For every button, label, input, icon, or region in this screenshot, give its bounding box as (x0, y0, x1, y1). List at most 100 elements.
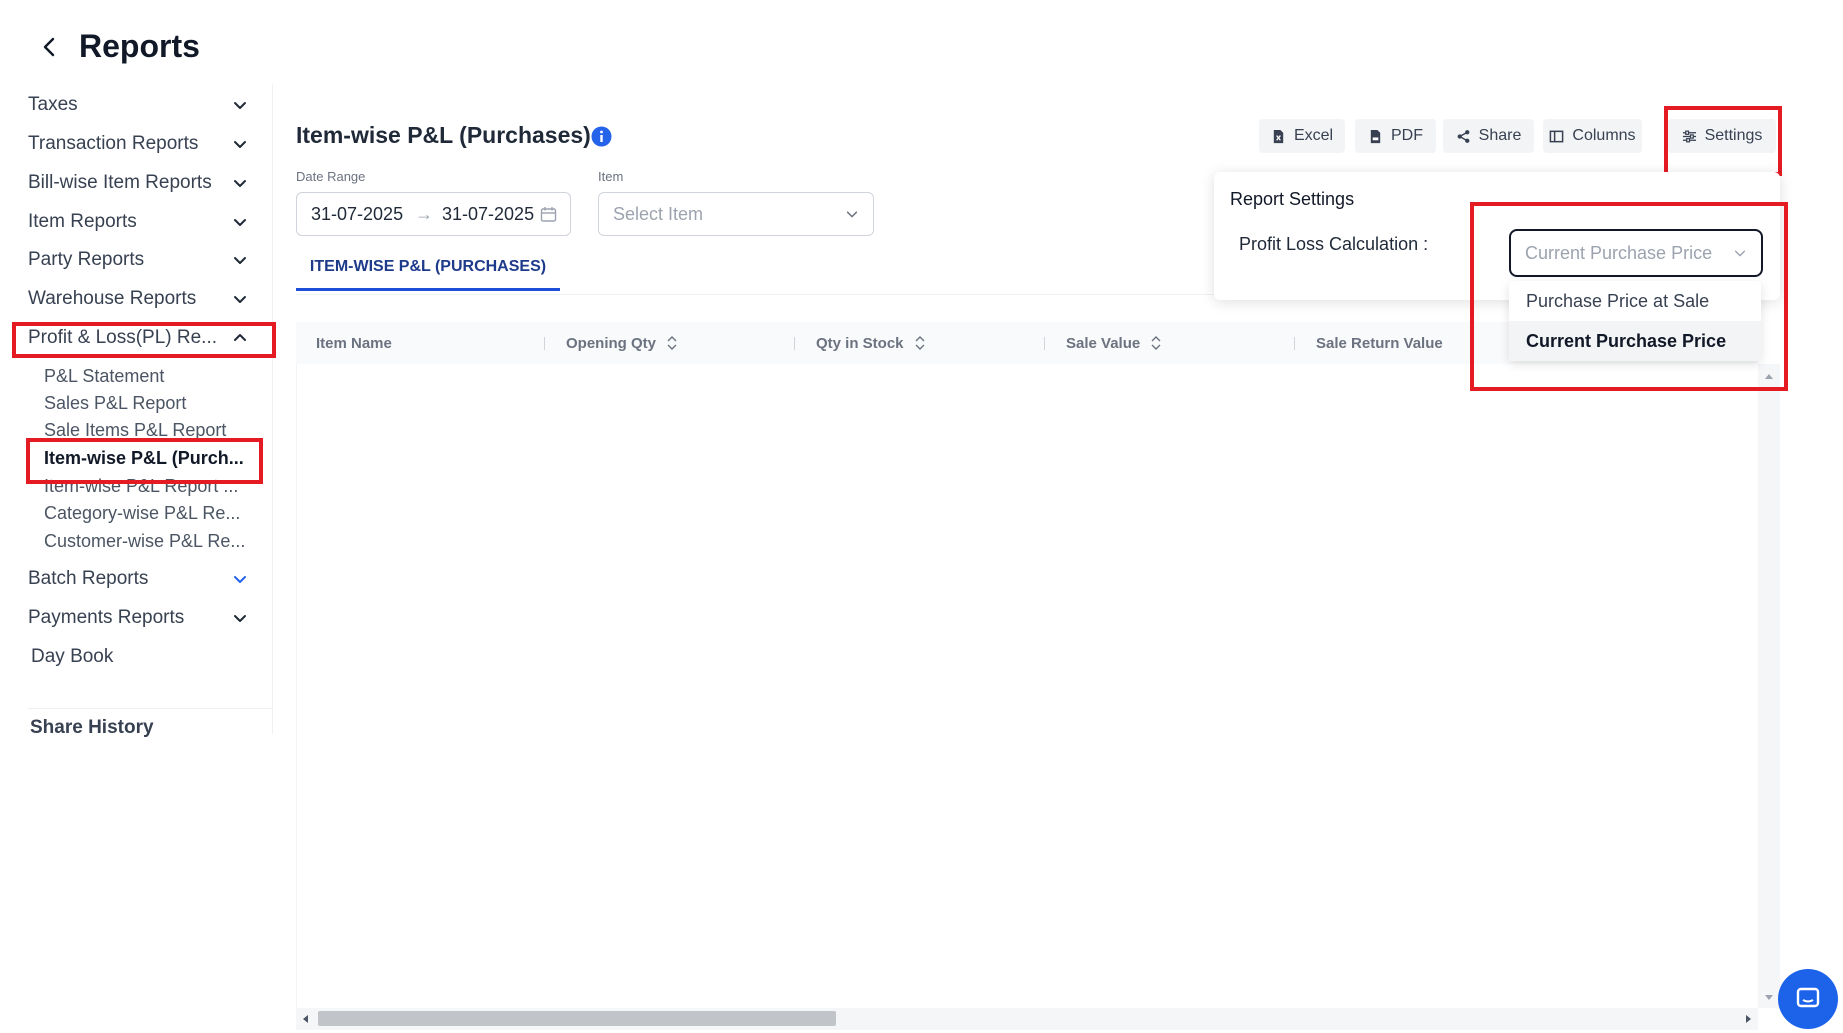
calendar-icon (540, 206, 557, 222)
calculation-options-dropdown: Purchase Price at Sale Current Purchase … (1509, 281, 1761, 361)
pdf-file-icon (1370, 129, 1381, 143)
range-arrow-icon: → (415, 203, 433, 224)
sidebar-subitem-pl-statement[interactable]: P&L Statement (44, 366, 164, 387)
horizontal-scrollbar-thumb[interactable] (318, 1011, 836, 1026)
chevron-down-icon (234, 102, 246, 109)
column-header-label: Opening Qty (566, 334, 656, 352)
selected-value: Current Purchase Price (1525, 242, 1713, 263)
scroll-down-arrow-icon[interactable] (1758, 992, 1780, 1004)
date-range-label: Date Range (296, 169, 366, 184)
sidebar-subitem-category-wise-pl[interactable]: Category-wise P&L Re... (44, 503, 240, 524)
sidebar-item-label: Profit & Loss(PL) Re... (28, 327, 218, 348)
sidebar-item-day-book[interactable]: Day Book (31, 642, 251, 672)
sidebar-item-payments-reports[interactable]: Payments Reports (28, 603, 248, 633)
sidebar-item-warehouse-reports[interactable]: Warehouse Reports (28, 284, 248, 314)
settings-sliders-icon (1682, 130, 1696, 142)
chevron-down-icon (234, 296, 246, 303)
chevron-down-icon (234, 219, 246, 226)
sort-icon (1151, 336, 1161, 350)
item-select-placeholder: Select Item (613, 203, 704, 224)
sidebar-item-taxes[interactable]: Taxes (28, 90, 248, 120)
chat-support-button[interactable] (1778, 969, 1838, 1029)
sidebar-divider (28, 708, 272, 709)
tab-item-wise-pl-purchases[interactable]: ITEM-WISE P&L (PURCHASES) (296, 258, 560, 291)
share-icon (1457, 129, 1470, 143)
sidebar-item-label: Share History (30, 717, 154, 738)
scroll-right-arrow-icon[interactable] (1741, 1008, 1755, 1030)
columns-button-label: Columns (1572, 127, 1636, 144)
excel-button-label: Excel (1293, 127, 1334, 144)
chevron-down-icon (1734, 250, 1746, 257)
report-title: Item-wise P&L (Purchases) (296, 122, 591, 148)
sidebar-item-label: Day Book (31, 646, 114, 667)
chat-icon (1796, 987, 1820, 1008)
date-to-value[interactable]: 31-07-2025 (442, 204, 537, 225)
column-header-opening-qty[interactable]: Opening Qty (544, 322, 678, 364)
sidebar-item-transaction-reports[interactable]: Transaction Reports (28, 129, 248, 159)
table-body (296, 364, 1759, 1008)
sidebar-item-batch-reports[interactable]: Batch Reports (28, 564, 248, 594)
chevron-up-icon (234, 334, 246, 341)
sidebar-item-label: Party Reports (28, 249, 145, 270)
sidebar-subitem-item-wise-pl-purchases[interactable]: Item-wise P&L (Purch... (44, 448, 244, 469)
chevron-down-icon (234, 576, 246, 583)
column-header-qty-in-stock[interactable]: Qty in Stock (794, 322, 926, 364)
sidebar-item-party-reports[interactable]: Party Reports (28, 245, 248, 275)
sort-icon (667, 336, 677, 350)
pdf-button[interactable]: PDF (1355, 119, 1436, 153)
settings-button[interactable]: Settings (1668, 119, 1776, 153)
sidebar-item-share-history[interactable]: Share History (30, 713, 250, 743)
column-separator (794, 337, 795, 350)
sidebar-subitem-sale-items-pl-report[interactable]: Sale Items P&L Report (44, 420, 226, 441)
excel-file-icon (1273, 129, 1284, 143)
chevron-down-icon (234, 141, 246, 148)
sidebar-subitem-customer-wise-pl[interactable]: Customer-wise P&L Re... (44, 531, 245, 552)
date-from-value[interactable]: 31-07-2025 (311, 204, 406, 225)
share-button[interactable]: Share (1443, 119, 1534, 153)
chevron-down-icon (234, 180, 246, 187)
column-header-item-name[interactable]: Item Name (316, 322, 392, 364)
report-settings-title: Report Settings (1230, 189, 1355, 209)
sidebar-item-bill-wise-item-reports[interactable]: Bill-wise Item Reports (28, 168, 248, 198)
page-title: Reports (79, 28, 200, 64)
columns-button[interactable]: Columns (1543, 119, 1642, 153)
sort-icon (915, 336, 925, 350)
column-header-sale-value[interactable]: Sale Value (1044, 322, 1162, 364)
back-arrow-icon[interactable] (38, 35, 62, 59)
sidebar-subitem-sales-pl-report[interactable]: Sales P&L Report (44, 393, 186, 414)
share-button-label: Share (1478, 127, 1522, 144)
item-select[interactable]: Select Item (598, 192, 874, 236)
column-header-label: Sale Value (1066, 334, 1141, 352)
date-range-picker[interactable]: 31-07-2025 → 31-07-2025 (296, 192, 571, 236)
sidebar-item-profit-loss-reports[interactable]: Profit & Loss(PL) Re... (28, 323, 248, 353)
info-icon[interactable] (591, 126, 612, 147)
settings-button-label: Settings (1704, 127, 1763, 144)
sidebar-item-label: Item Reports (28, 211, 137, 232)
column-header-label: Sale Return Value (1316, 334, 1443, 352)
vertical-scrollbar[interactable] (1758, 364, 1780, 1008)
item-filter-label: Item (598, 169, 624, 184)
column-header-sale-return-value[interactable]: Sale Return Value (1294, 322, 1443, 364)
sidebar-item-label: Payments Reports (28, 607, 185, 628)
scroll-left-arrow-icon[interactable] (299, 1008, 313, 1030)
pdf-button-label: PDF (1391, 127, 1423, 144)
profit-loss-calculation-select[interactable]: Current Purchase Price (1509, 229, 1763, 277)
option-current-purchase-price[interactable]: Current Purchase Price (1509, 321, 1761, 361)
sidebar-divider (272, 84, 273, 734)
chevron-down-icon (234, 615, 246, 622)
sidebar-item-item-reports[interactable]: Item Reports (28, 207, 248, 237)
column-separator (544, 337, 545, 350)
column-separator (1294, 337, 1295, 350)
scroll-up-arrow-icon[interactable] (1758, 370, 1780, 382)
sidebar-item-label: Taxes (28, 94, 78, 115)
sidebar-item-label: Bill-wise Item Reports (28, 172, 212, 193)
option-purchase-price-at-sale[interactable]: Purchase Price at Sale (1509, 281, 1761, 321)
columns-icon (1550, 130, 1564, 142)
chevron-down-icon (234, 257, 246, 264)
sidebar-item-label: Transaction Reports (28, 133, 199, 154)
profit-loss-calculation-label: Profit Loss Calculation : (1239, 234, 1429, 254)
sidebar-item-label: Batch Reports (28, 568, 149, 589)
excel-button[interactable]: Excel (1259, 119, 1345, 153)
sidebar-subitem-item-wise-pl-report[interactable]: Item-wise P&L Report ... (44, 476, 238, 497)
column-header-label: Qty in Stock (816, 334, 904, 352)
